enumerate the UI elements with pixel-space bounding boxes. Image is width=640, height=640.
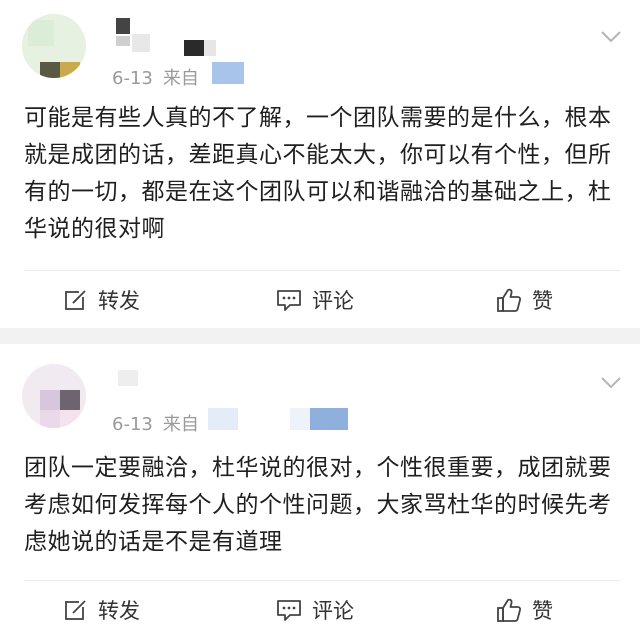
comment-bubble-icon (277, 290, 301, 311)
source-blurred (208, 408, 238, 430)
comment-button[interactable]: 评论 (276, 588, 354, 632)
comment-button[interactable]: 评论 (276, 278, 354, 322)
like-label: 赞 (532, 289, 553, 313)
post-meta: 6-13 来自 (112, 66, 199, 92)
like-button[interactable]: 赞 (496, 588, 553, 632)
avatar[interactable] (22, 364, 86, 428)
repost-button[interactable]: 转发 (64, 278, 140, 322)
edit-share-icon (65, 289, 87, 310)
action-bar: 转发 评论 赞 (0, 278, 640, 322)
post-content: 团队一定要融洽，杜华说的很对，个性很重要，成团就要考虑如何发挥每个人的个性问题，… (24, 455, 612, 555)
source-prefix: 来自 (162, 68, 199, 89)
username-blurred[interactable] (112, 364, 172, 394)
thumbs-up-icon (497, 288, 522, 312)
post-date: 6-13 (112, 414, 153, 435)
edit-share-icon (65, 599, 87, 620)
thumbs-up-icon (497, 598, 522, 622)
comment-label: 评论 (312, 289, 354, 313)
post-date: 6-13 (112, 68, 153, 89)
post-card: 6-13 来自 团队一定要融洽，杜华说的很对，个性很重要，成团就要考虑如何发挥每个… (0, 344, 640, 640)
divider (24, 270, 620, 271)
comment-bubble-icon (277, 600, 301, 621)
source-blurred (212, 62, 244, 84)
like-button[interactable]: 赞 (496, 278, 553, 322)
post-card: 6-13 来自 可能是有些人真的不了解，一个团队需要的是什么，根本就是成团的话，差… (0, 0, 640, 328)
username-blurred[interactable] (112, 14, 232, 58)
repost-label: 转发 (98, 289, 140, 313)
like-label: 赞 (532, 599, 553, 623)
post-content: 可能是有些人真的不了解，一个团队需要的是什么，根本就是成团的话，差距真心不能太大… (24, 105, 612, 242)
repost-label: 转发 (98, 599, 140, 623)
source-blurred (310, 408, 348, 430)
chevron-down-icon[interactable] (600, 30, 622, 44)
avatar[interactable] (22, 14, 86, 78)
repost-button[interactable]: 转发 (64, 588, 140, 632)
chevron-down-icon[interactable] (600, 376, 622, 390)
source-prefix: 来自 (162, 414, 199, 435)
post-meta: 6-13 来自 (112, 412, 199, 438)
action-bar: 转发 评论 赞 (0, 588, 640, 632)
source-blurred (290, 408, 310, 430)
divider (24, 580, 620, 581)
comment-label: 评论 (312, 599, 354, 623)
